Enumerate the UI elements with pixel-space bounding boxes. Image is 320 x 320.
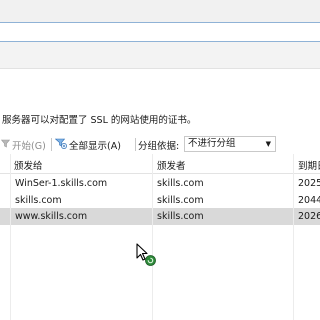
window-top-band [0, 0, 320, 22]
show-all-icon [54, 138, 67, 152]
cell-issuer: skills.com [157, 211, 204, 222]
start-filter-label: 开始(G) [12, 141, 46, 152]
header-band [0, 42, 320, 69]
filter-icon [0, 139, 11, 151]
toolbar-separator [135, 138, 136, 151]
column-divider[interactable] [152, 154, 153, 320]
cell-issuer: skills.com [157, 178, 204, 189]
start-filter-button[interactable]: 开始(G) [0, 138, 46, 152]
group-by-value: 不进行分组 [188, 138, 236, 149]
show-all-label: 全部显示(A) [69, 141, 121, 152]
cell-issued-to: skills.com [15, 195, 62, 206]
group-by-label: 分组依据: [138, 141, 180, 152]
toolbar-separator [51, 138, 52, 151]
dropdown-arrow-icon: ▼ [265, 140, 271, 148]
cell-expires: 2025 [298, 178, 320, 189]
cursor-busy-icon [136, 243, 160, 272]
group-by-dropdown[interactable]: 不进行分组 ▼ [184, 136, 276, 152]
cell-expires: 2044 [298, 195, 320, 206]
table-row[interactable]: WinSer-1.skills.com skills.com 2025 [0, 175, 320, 192]
address-bar[interactable] [0, 22, 320, 42]
column-divider [10, 154, 11, 320]
column-header-issued-to[interactable]: 颁发给 [14, 158, 43, 172]
table-row[interactable]: skills.com skills.com 2044 [0, 192, 320, 209]
column-header-expires[interactable]: 到期日 [298, 158, 320, 172]
column-divider[interactable] [293, 154, 294, 320]
cell-issued-to: www.skills.com [15, 211, 88, 222]
table-row-selected[interactable]: www.skills.com skills.com 2026 [0, 208, 320, 225]
cell-issued-to: WinSer-1.skills.com [15, 178, 108, 189]
cell-expires: 2026 [298, 211, 320, 222]
feature-description: 服务器可以对配置了 SSL 的网站使用的证书。 [2, 115, 197, 126]
show-all-button[interactable]: 全部显示(A) [54, 138, 121, 152]
column-header-issuer[interactable]: 颁发者 [157, 158, 186, 172]
list-header: 颁发给 颁发者 到期日 [0, 154, 320, 174]
cell-issuer: skills.com [157, 195, 204, 206]
certificate-list: 颁发给 颁发者 到期日 WinSer-1.skills.com skills.c… [0, 154, 320, 320]
